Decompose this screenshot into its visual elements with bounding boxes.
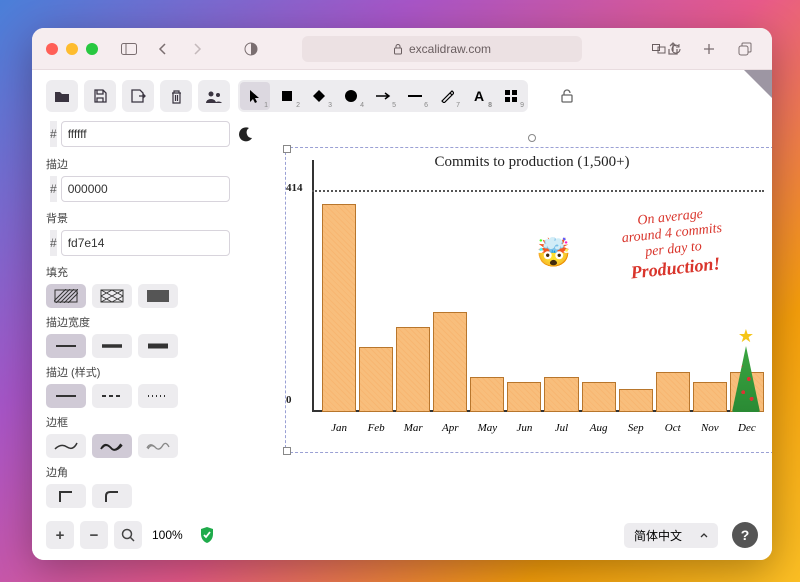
- footer: + − 100% 简体中文 ?: [46, 520, 758, 550]
- tool-draw[interactable]: 7: [432, 82, 462, 110]
- christmas-tree-icon: ★: [732, 336, 760, 412]
- zoom-reset-button[interactable]: [114, 521, 142, 549]
- dark-mode-toggle[interactable]: [238, 120, 254, 148]
- tool-arrow[interactable]: 5: [368, 82, 398, 110]
- fill-label: 填充: [46, 264, 222, 280]
- language-label: 简体中文: [634, 527, 682, 544]
- stroke-width-thin[interactable]: [46, 334, 86, 358]
- encryption-shield-icon[interactable]: [199, 526, 215, 544]
- tool-text[interactable]: A8: [464, 82, 494, 110]
- tool-rectangle[interactable]: 2: [272, 82, 302, 110]
- reload-icon[interactable]: [670, 43, 682, 55]
- fill-hachure[interactable]: [46, 284, 86, 308]
- fill-solid[interactable]: [138, 284, 178, 308]
- minimize-window-button[interactable]: [66, 43, 78, 55]
- fill-cross[interactable]: [92, 284, 132, 308]
- address-bar[interactable]: excalidraw.com: [302, 36, 582, 62]
- chevron-up-icon: [700, 533, 708, 538]
- stroke-hex-input[interactable]: [61, 176, 230, 202]
- edges-round[interactable]: [92, 484, 132, 508]
- titlebar: excalidraw.com: [32, 28, 772, 70]
- background-hex-input[interactable]: [61, 230, 230, 256]
- canvas-selection[interactable]: Commits to production (1,500+) 414 0 Jan…: [288, 150, 772, 450]
- stroke-width-thick[interactable]: [138, 334, 178, 358]
- language-selector[interactable]: 简体中文: [624, 523, 718, 548]
- stroke-style-dashed[interactable]: [92, 384, 132, 408]
- y-max-label: 414: [286, 182, 303, 194]
- chart-gridline-max: [312, 190, 764, 192]
- sidebar-toggle-icon[interactable]: [116, 37, 142, 61]
- tool-diamond[interactable]: 3: [304, 82, 334, 110]
- tabs-icon[interactable]: [732, 37, 758, 61]
- export-button[interactable]: [122, 80, 154, 112]
- browser-window: excalidraw.com: [32, 28, 772, 560]
- star-icon: ★: [738, 326, 754, 347]
- sloppiness-architect[interactable]: [46, 434, 86, 458]
- sloppiness-label: 边框: [46, 414, 222, 430]
- edges-label: 边角: [46, 464, 222, 480]
- x-tick-label: Dec: [730, 422, 764, 434]
- new-tab-icon[interactable]: [696, 37, 722, 61]
- x-tick-label: Nov: [693, 422, 727, 434]
- sloppiness-cartoonist[interactable]: [138, 434, 178, 458]
- properties-panel: # 描边 # 背景 # 填充: [46, 120, 222, 508]
- x-tick-label: Apr: [433, 422, 467, 434]
- x-tick-label: Mar: [396, 422, 430, 434]
- x-tick-label: Oct: [656, 422, 690, 434]
- hash-icon: #: [50, 176, 57, 202]
- x-tick-label: Jan: [322, 422, 356, 434]
- tool-image[interactable]: 9: [496, 82, 526, 110]
- excalidraw-app: 1 2 3 4 5 6 7 A8 9 # 描边: [32, 70, 772, 560]
- zoom-out-button[interactable]: −: [80, 521, 108, 549]
- exploding-head-emoji: 🤯: [536, 236, 571, 269]
- open-button[interactable]: [46, 80, 78, 112]
- x-tick-label: Feb: [359, 422, 393, 434]
- background-label: 背景: [46, 210, 222, 226]
- translate-icon[interactable]: [652, 44, 666, 54]
- shape-toolbar: 1 2 3 4 5 6 7 A8 9: [238, 80, 528, 112]
- library-corner-icon[interactable]: [744, 70, 772, 98]
- tool-selection[interactable]: 1: [240, 82, 270, 110]
- x-tick-label: Jun: [507, 422, 541, 434]
- hash-icon: #: [50, 121, 57, 147]
- x-tick-label: Aug: [582, 422, 616, 434]
- x-tick-label: Jul: [544, 422, 578, 434]
- stroke-style-dotted[interactable]: [138, 384, 178, 408]
- stroke-width-label: 描边宽度: [46, 314, 222, 330]
- tool-ellipse[interactable]: 4: [336, 82, 366, 110]
- hash-icon: #: [50, 230, 57, 256]
- help-button[interactable]: ?: [732, 522, 758, 548]
- file-actions: [46, 80, 230, 112]
- forward-button[interactable]: [184, 37, 210, 61]
- edges-sharp[interactable]: [46, 484, 86, 508]
- back-button[interactable]: [150, 37, 176, 61]
- window-controls: [46, 43, 98, 55]
- stroke-style-solid[interactable]: [46, 384, 86, 408]
- resize-handle-bl[interactable]: [283, 447, 291, 455]
- save-button[interactable]: [84, 80, 116, 112]
- zoom-in-button[interactable]: +: [46, 521, 74, 549]
- y-min-label: 0: [286, 394, 292, 406]
- sloppiness-artist[interactable]: [92, 434, 132, 458]
- resize-handle-tl[interactable]: [283, 145, 291, 153]
- fullscreen-window-button[interactable]: [86, 43, 98, 55]
- x-tick-label: May: [470, 422, 504, 434]
- url-text: excalidraw.com: [409, 42, 491, 56]
- lock-tool-button[interactable]: [554, 84, 580, 108]
- clear-canvas-button[interactable]: [160, 80, 192, 112]
- stroke-label: 描边: [46, 156, 222, 172]
- privacy-icon[interactable]: [238, 37, 264, 61]
- stroke-width-medium[interactable]: [92, 334, 132, 358]
- lock-icon: [393, 43, 403, 55]
- zoom-value[interactable]: 100%: [148, 528, 187, 542]
- canvas-bg-input[interactable]: [61, 121, 230, 147]
- x-tick-label: Sep: [619, 422, 653, 434]
- stroke-style-label: 描边 (样式): [46, 364, 222, 380]
- tool-line[interactable]: 6: [400, 82, 430, 110]
- close-window-button[interactable]: [46, 43, 58, 55]
- collaborate-button[interactable]: [198, 80, 230, 112]
- rotate-handle[interactable]: [528, 134, 536, 142]
